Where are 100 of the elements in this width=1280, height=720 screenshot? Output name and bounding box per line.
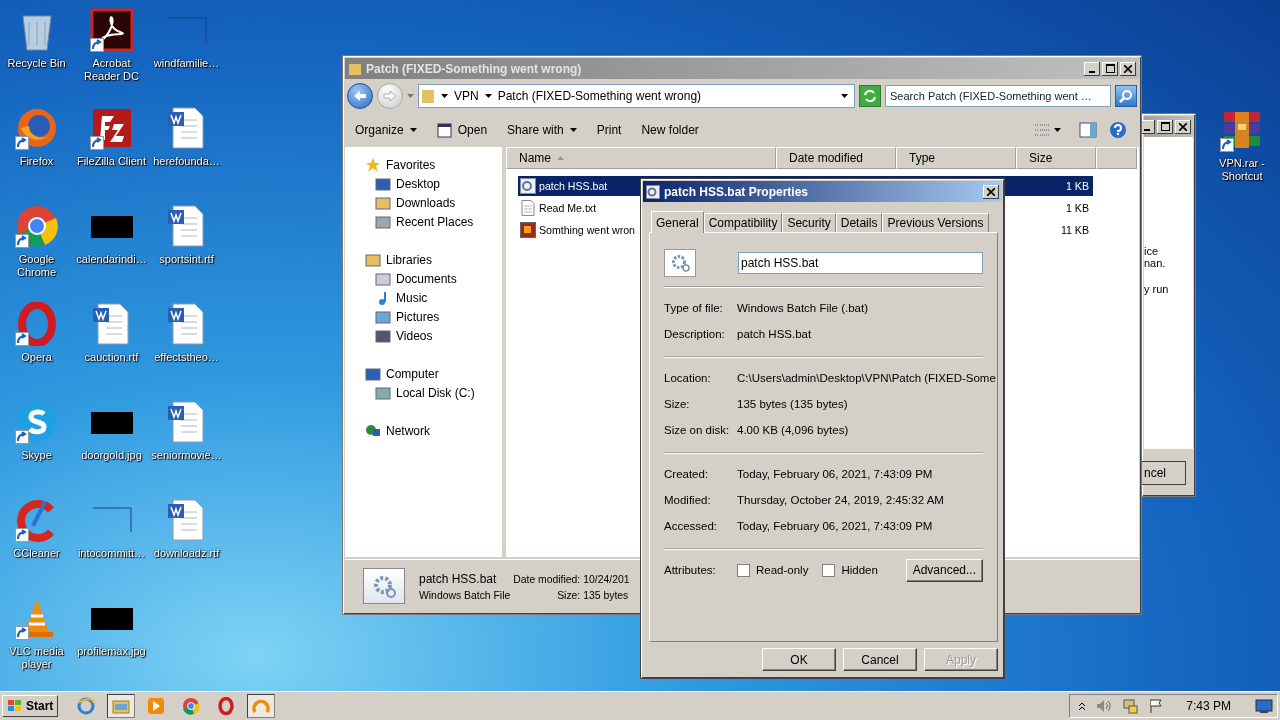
checkbox[interactable]: Hidden xyxy=(822,563,878,577)
window-title: Patch (FIXED-Something went wrong) xyxy=(366,61,583,76)
nav-item[interactable]: Videos xyxy=(345,326,502,345)
property-value: 135 bytes (135 bytes) xyxy=(737,398,849,410)
desktop-icon-label[interactable]: Recycle Bin xyxy=(0,57,74,70)
circle-app-icon[interactable] xyxy=(14,204,59,248)
toolbar-button[interactable]: Open xyxy=(428,118,496,142)
property-label: Modified: xyxy=(664,494,712,506)
body-text: ice xyxy=(1144,245,1160,257)
nav-item[interactable]: Libraries xyxy=(345,250,502,269)
dialog-button[interactable]: Cancel xyxy=(843,648,917,671)
computer-icon xyxy=(365,365,381,382)
taskbar-app-button[interactable] xyxy=(247,694,276,718)
preview-pane-icon[interactable] xyxy=(1079,122,1097,138)
nav-item[interactable]: Desktop xyxy=(345,174,502,193)
clock[interactable]: 7:43 PM xyxy=(1186,699,1231,713)
toolbar-button[interactable]: Organize xyxy=(347,118,425,142)
desktop-icon-label[interactable]: VPN.rar - Shortcut xyxy=(1205,157,1279,183)
property-value: 4.00 KB (4,096 bytes) xyxy=(737,424,850,436)
refresh-icon xyxy=(863,90,877,102)
shortcut-arrow-icon xyxy=(14,430,29,444)
property-value: Thursday, October 24, 2019, 2:45:32 AM xyxy=(737,494,945,506)
start-button[interactable]: Start xyxy=(2,695,59,717)
maximize-button[interactable] xyxy=(1102,61,1118,76)
picture-icon xyxy=(375,308,391,325)
browser-icon xyxy=(77,697,96,715)
file-size: 11 KB xyxy=(1060,224,1089,236)
nav-item[interactable]: Favorites xyxy=(345,155,502,174)
column-header[interactable]: Name xyxy=(506,147,776,169)
search-button[interactable] xyxy=(1115,85,1137,107)
desktop-icon-label[interactable]: FileZilla Client xyxy=(74,155,149,168)
maximize-button[interactable] xyxy=(1157,119,1173,134)
file-size: 1 KB xyxy=(1066,202,1089,214)
dialog-button[interactable]: ncel xyxy=(1142,460,1186,485)
speaker-icon[interactable] xyxy=(1096,699,1113,713)
desktop-icon-label[interactable]: windfamilie… xyxy=(149,57,224,70)
media-file-icon xyxy=(520,222,536,238)
property-value: C:\Users\admin\Desktop\VPN\Patch (FIXED-Some xyxy=(737,372,996,384)
file-name: Read Me.txt xyxy=(539,202,597,214)
gear-icon xyxy=(371,573,397,599)
close-button[interactable] xyxy=(983,184,999,199)
checkbox[interactable]: Read-only xyxy=(737,563,809,577)
desktop-icon-label[interactable]: calendarindi… xyxy=(74,253,149,266)
breadcrumb-item[interactable]: Patch (FIXED-Something went wrong) xyxy=(497,89,702,103)
desktop-icon-label[interactable]: herefounda… xyxy=(149,155,224,168)
toolbar-button[interactable]: Print xyxy=(588,118,630,142)
column-header[interactable]: Type xyxy=(896,147,1016,169)
chevron-up-icon[interactable] xyxy=(1078,701,1087,711)
caret-icon xyxy=(484,94,492,98)
dialog-tab[interactable]: Details xyxy=(835,213,883,232)
nav-item[interactable]: Recent Places xyxy=(345,212,502,231)
taskbar-app-button[interactable] xyxy=(107,694,136,718)
dialog-tab[interactable]: Security xyxy=(782,213,836,232)
close-icon xyxy=(987,187,995,196)
file-name: Somthing went wron xyxy=(539,224,635,236)
pdf-reader-icon[interactable] xyxy=(89,8,134,52)
desktop-icon-label[interactable]: Google Chrome xyxy=(0,253,74,279)
dialog-tab[interactable]: Previous Versions xyxy=(882,213,989,232)
desktop-icon-label[interactable]: Acrobat Reader DC xyxy=(74,57,149,83)
toolbar-button[interactable]: Share with xyxy=(499,118,585,142)
minimize-button[interactable] xyxy=(1142,119,1155,134)
column-header[interactable]: Size xyxy=(1016,147,1096,169)
column-header[interactable]: Date modified xyxy=(776,147,896,169)
dialog-button[interactable]: OK xyxy=(762,648,836,671)
breadcrumb-item[interactable]: VPN xyxy=(454,89,479,103)
search-field[interactable]: Search Patch (FIXED-Something went … xyxy=(885,85,1111,107)
gear-file-icon xyxy=(520,178,536,194)
nav-item[interactable]: Computer xyxy=(345,364,502,383)
refresh-button[interactable] xyxy=(859,85,881,107)
desktop-icon-label[interactable]: sportsint.rtf xyxy=(149,253,224,266)
dialog-title: patch HSS.bat Properties xyxy=(664,184,810,199)
file-name-field[interactable]: patch HSS.bat xyxy=(738,252,983,274)
nav-item[interactable]: Pictures xyxy=(345,307,502,326)
minimize-button[interactable] xyxy=(1084,61,1100,76)
dialog-tab[interactable]: General xyxy=(651,211,704,233)
desktop-icon-label[interactable]: Firefox xyxy=(0,155,74,168)
nav-item[interactable]: Documents xyxy=(345,269,502,288)
property-label: Type of file: xyxy=(664,302,724,314)
advanced-button[interactable]: Advanced... xyxy=(905,558,983,582)
nav-item[interactable]: Local Disk (C:) xyxy=(345,383,502,402)
back-button[interactable] xyxy=(347,83,373,109)
toolbar-button[interactable]: New folder xyxy=(633,118,707,142)
dialog-tab[interactable]: Compatibility xyxy=(703,213,783,232)
windows-logo-icon xyxy=(7,699,23,713)
nav-item[interactable]: Network xyxy=(345,421,502,440)
flag-icon[interactable] xyxy=(1148,698,1165,714)
gear-icon xyxy=(669,253,691,273)
close-button[interactable] xyxy=(1175,119,1191,134)
nav-item[interactable]: Downloads xyxy=(345,193,502,212)
body-text: nan. xyxy=(1144,257,1167,269)
help-icon[interactable] xyxy=(1109,121,1127,139)
address-bar[interactable]: VPN Patch (FIXED-Something went wrong) xyxy=(418,84,855,108)
show-desktop-icon[interactable] xyxy=(1255,699,1273,713)
close-button[interactable] xyxy=(1120,61,1136,76)
nav-item[interactable]: Music xyxy=(345,288,502,307)
network-icon[interactable] xyxy=(1122,698,1139,714)
caret-icon xyxy=(441,94,448,98)
detail-value: 135 bytes xyxy=(583,589,630,601)
play-icon xyxy=(147,697,166,715)
folder-icon xyxy=(365,251,381,268)
